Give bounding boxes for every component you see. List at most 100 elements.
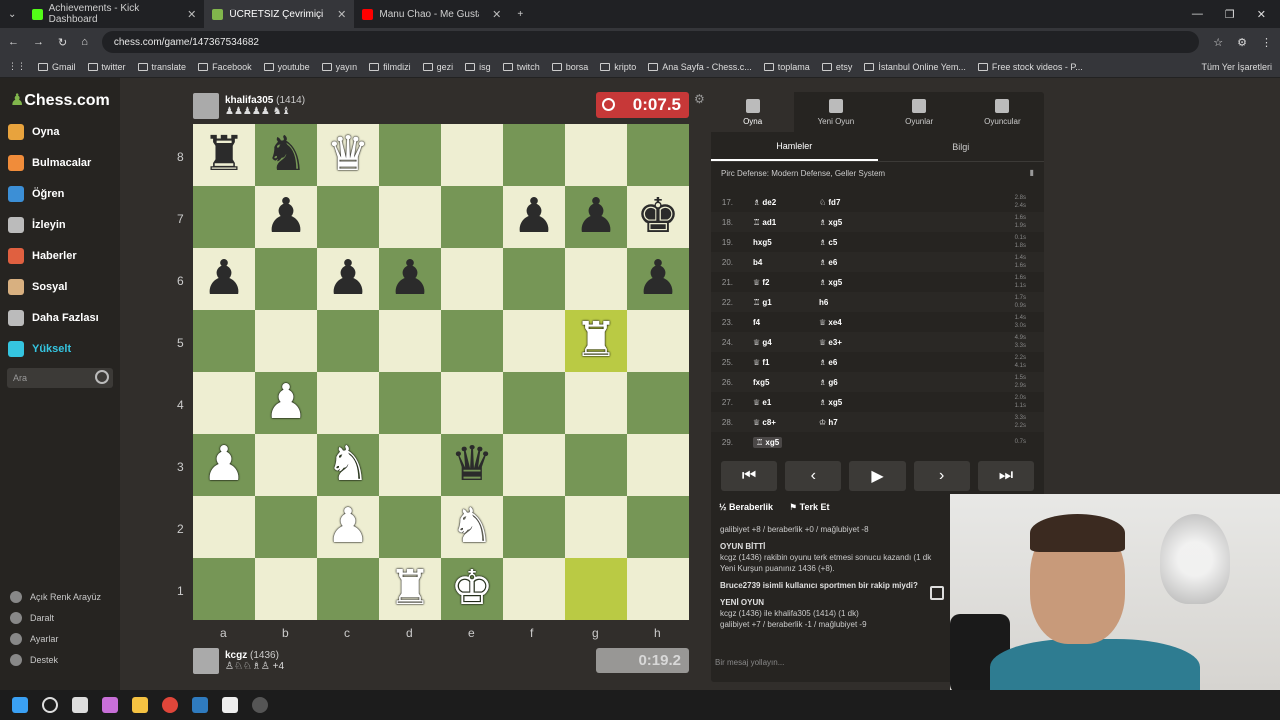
bookmark-item[interactable]: etsy: [821, 62, 852, 72]
white-rook-icon[interactable]: ♜: [574, 317, 617, 365]
black-move[interactable]: ♗ g6: [819, 378, 838, 387]
square-d3[interactable]: [379, 434, 441, 496]
square-d2[interactable]: [379, 496, 441, 558]
windows-start-icon[interactable]: [12, 697, 28, 713]
white-move[interactable]: ♗ de2: [753, 198, 776, 207]
bookmark-item[interactable]: twitter: [87, 62, 126, 72]
square-d4[interactable]: [379, 372, 441, 434]
square-g3[interactable]: [565, 434, 627, 496]
apps-icon[interactable]: ⋮⋮: [8, 61, 26, 72]
square-a5[interactable]: [193, 310, 255, 372]
square-d7[interactable]: [379, 186, 441, 248]
tab-youtube[interactable]: Manu Chao - Me Gustas Tu ✕: [354, 0, 509, 28]
bookmark-item[interactable]: Facebook: [198, 62, 252, 72]
square-c7[interactable]: [317, 186, 379, 248]
square-b4[interactable]: ♟: [255, 372, 317, 434]
tab-oyuncular[interactable]: Oyuncular: [961, 92, 1044, 132]
close-tab-icon[interactable]: ✕: [337, 8, 346, 21]
bookmark-item[interactable]: borsa: [551, 62, 588, 72]
square-a8[interactable]: ♜: [193, 124, 255, 186]
square-g4[interactable]: [565, 372, 627, 434]
white-move[interactable]: ♕ f1: [753, 358, 770, 367]
chess-logo[interactable]: ♟Chess.com: [10, 90, 110, 110]
square-c2[interactable]: ♟: [317, 496, 379, 558]
player-name[interactable]: khalifa305 (1414): [225, 95, 305, 106]
square-e2[interactable]: ♞: [441, 496, 503, 558]
black-move[interactable]: ♕ e3+: [819, 338, 842, 347]
player-username[interactable]: khalifa305: [225, 95, 273, 106]
chess-board[interactable]: ♜ ♞ ♛ ♟ ♟ ♟ ♚ ♟ ♟ ♟ ♟ ♜ ♟ ♟ ♞ ♛ ♟ ♞ ♜ ♚: [193, 124, 689, 620]
obs-icon[interactable]: [252, 697, 268, 713]
tab-moves[interactable]: Hamleler: [711, 132, 878, 161]
square-h7[interactable]: ♚: [627, 186, 689, 248]
square-b6[interactable]: [255, 248, 317, 310]
white-rook-icon[interactable]: ♜: [388, 565, 431, 613]
bookmark-item[interactable]: youtube: [263, 62, 310, 72]
square-f7[interactable]: ♟: [503, 186, 565, 248]
black-queen-icon[interactable]: ♛: [450, 441, 493, 489]
close-tab-icon[interactable]: ✕: [492, 8, 501, 21]
black-move[interactable]: ♔ h7: [819, 418, 838, 427]
white-king-icon[interactable]: ♚: [450, 565, 493, 613]
square-g1[interactable]: [565, 558, 627, 620]
square-b8[interactable]: ♞: [255, 124, 317, 186]
bookmark-item[interactable]: filmdizi: [369, 62, 411, 72]
square-a4[interactable]: [193, 372, 255, 434]
square-c8[interactable]: ♛: [317, 124, 379, 186]
file-explorer-icon[interactable]: [132, 697, 148, 713]
sidebar-item-oyna[interactable]: Oyna: [8, 124, 60, 140]
all-bookmarks-item[interactable]: Tüm Yer İşaretleri: [1201, 62, 1272, 72]
square-c1[interactable]: [317, 558, 379, 620]
new-tab-button[interactable]: +: [509, 0, 531, 28]
square-e8[interactable]: [441, 124, 503, 186]
black-move[interactable]: h6: [819, 298, 828, 307]
tab-oyna[interactable]: Oyna: [711, 92, 795, 132]
white-knight-icon[interactable]: ♞: [450, 503, 493, 551]
minimize-icon[interactable]: —: [1192, 8, 1203, 21]
back-icon[interactable]: ←: [8, 36, 19, 48]
black-move[interactable]: ♘ fd7: [819, 198, 840, 207]
white-move[interactable]: b4: [753, 258, 762, 267]
black-pawn-icon[interactable]: ♟: [388, 255, 431, 303]
maximize-icon[interactable]: ❐: [1225, 8, 1235, 21]
sidebar-item-daha-fazlası[interactable]: Daha Fazlası: [8, 310, 99, 326]
square-g6[interactable]: [565, 248, 627, 310]
bookmark-item[interactable]: Ana Sayfa - Chess.c...: [648, 62, 752, 72]
square-f1[interactable]: [503, 558, 565, 620]
chat-input[interactable]: Bir mesaj yollayın...: [715, 658, 784, 667]
square-b1[interactable]: [255, 558, 317, 620]
square-f2[interactable]: [503, 496, 565, 558]
gear-icon[interactable]: ⚙: [694, 92, 705, 106]
bookmark-item[interactable]: kripto: [600, 62, 636, 72]
white-move[interactable]: ♖ xg5: [753, 436, 783, 448]
forward-icon[interactable]: →: [33, 36, 44, 48]
square-a7[interactable]: [193, 186, 255, 248]
sidebar-item-öğren[interactable]: Öğren: [8, 186, 64, 202]
white-move[interactable]: ♖ ad1: [753, 218, 776, 227]
black-pawn-icon[interactable]: ♟: [264, 193, 307, 241]
white-pawn-icon[interactable]: ♟: [264, 379, 307, 427]
bookmark-item[interactable]: Free stock videos - P...: [977, 62, 1083, 72]
square-c3[interactable]: ♞: [317, 434, 379, 496]
menu-icon[interactable]: ⋮: [1261, 36, 1272, 49]
square-a2[interactable]: [193, 496, 255, 558]
black-pawn-icon[interactable]: ♟: [326, 255, 369, 303]
bookmark-item[interactable]: gezi: [422, 62, 453, 72]
last-move-button[interactable]: ⏭: [977, 461, 1035, 491]
tab-chess[interactable]: ÜCRETSİZ Çevrimiçi Satranç ✕: [204, 0, 355, 28]
avatar[interactable]: [193, 648, 219, 674]
next-move-button[interactable]: ›: [913, 461, 970, 491]
search-icon[interactable]: [95, 370, 109, 384]
sidebar-item-i̇zleyin[interactable]: İzleyin: [8, 217, 66, 233]
bookmark-item[interactable]: yayın: [321, 62, 357, 72]
square-d1[interactable]: ♜: [379, 558, 441, 620]
square-h3[interactable]: [627, 434, 689, 496]
square-f4[interactable]: [503, 372, 565, 434]
black-rook-icon[interactable]: ♜: [202, 131, 245, 179]
sidebar-item-bulmacalar[interactable]: Bulmacalar: [8, 155, 91, 171]
white-move[interactable]: hxg5: [753, 238, 772, 247]
square-e1[interactable]: ♚: [441, 558, 503, 620]
sidebar-footer-item[interactable]: Destek: [10, 654, 58, 666]
square-h8[interactable]: [627, 124, 689, 186]
trash-icon[interactable]: ▮: [1030, 168, 1034, 177]
